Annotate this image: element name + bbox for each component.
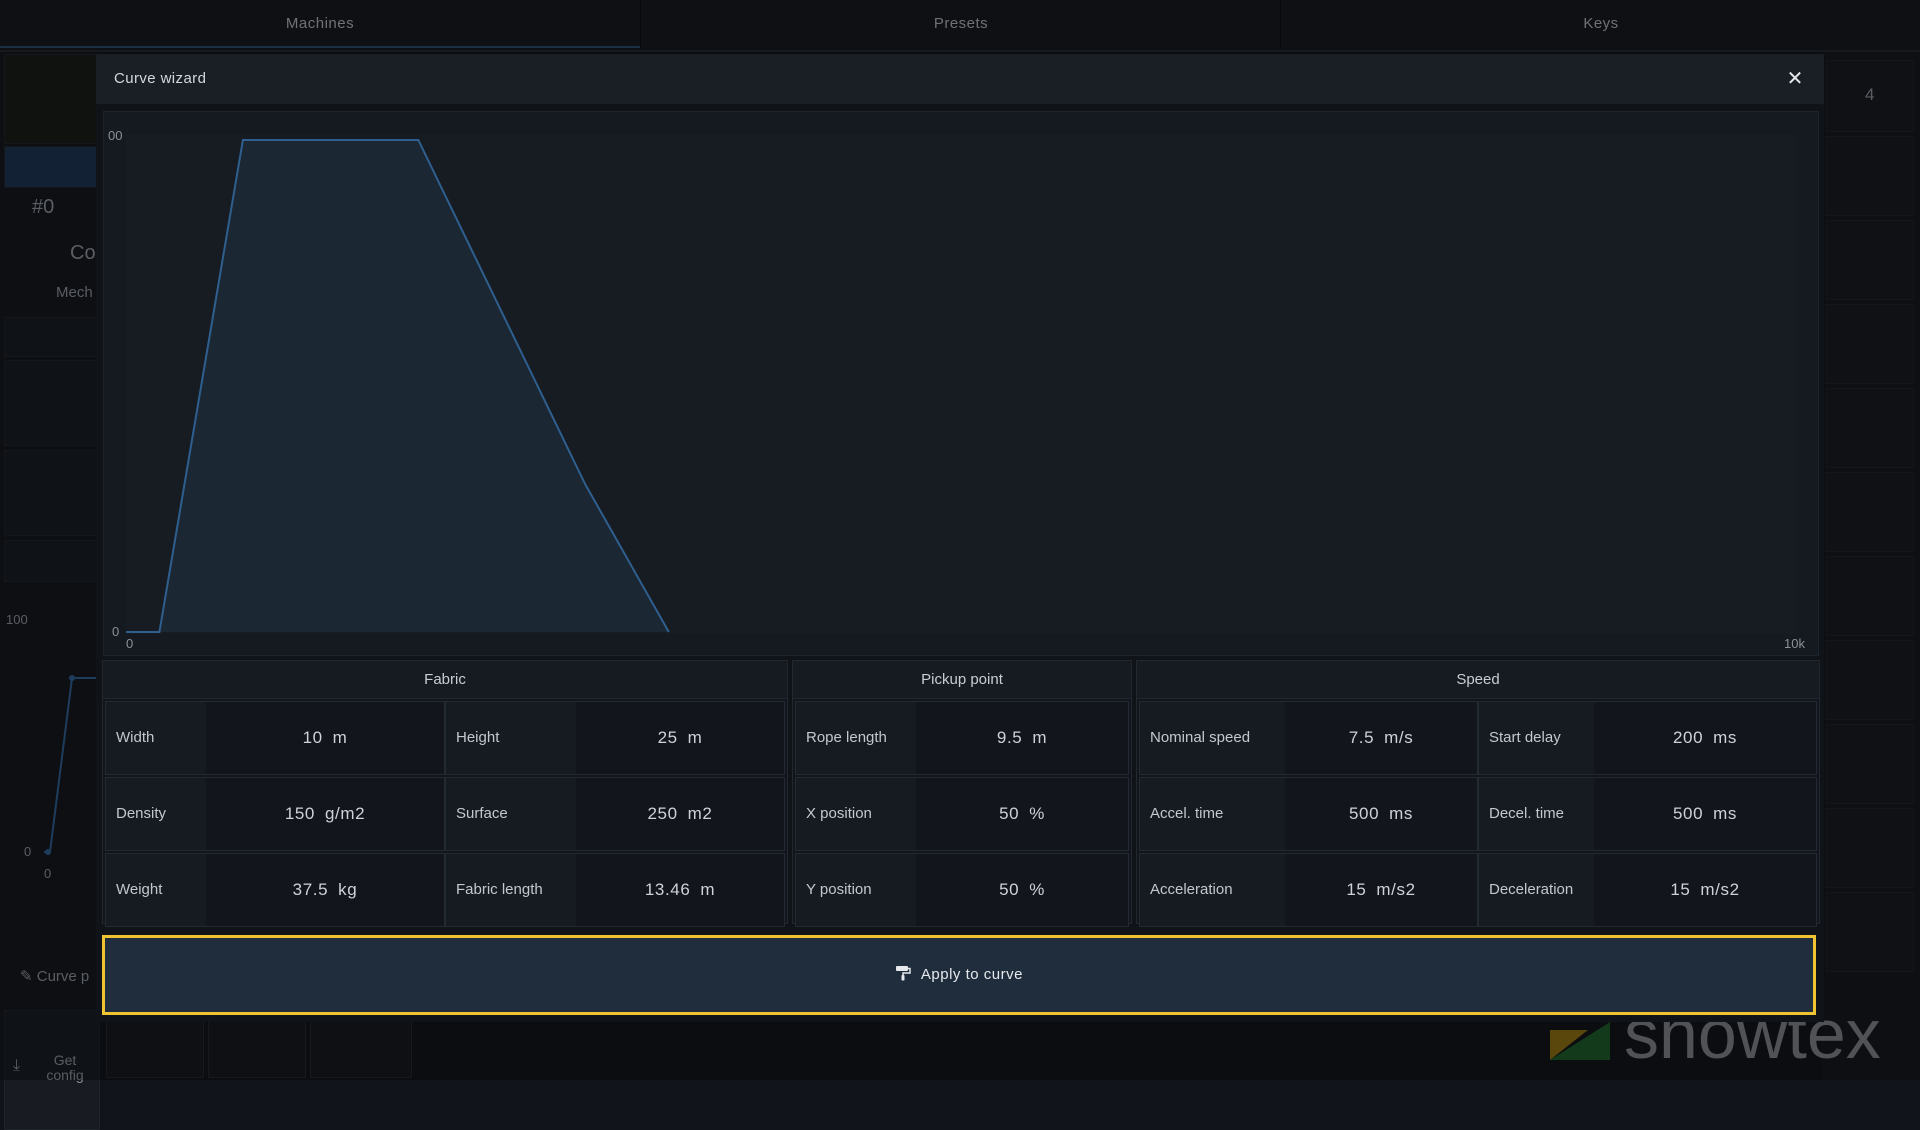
acceleration-value-field[interactable]: 15 m/s2 <box>1285 854 1477 926</box>
width-value-field[interactable]: 10 m <box>206 702 444 774</box>
nominal-speed-value-field[interactable]: 7.5 m/s <box>1285 702 1477 774</box>
acceleration-parameter[interactable]: Acceleration 15 m/s2 <box>1139 853 1478 927</box>
y-axis-top-label: 00 <box>108 128 123 143</box>
fabric-length-label: Fabric length <box>446 854 576 926</box>
decel-time-parameter[interactable]: Decel. time 500 ms <box>1478 777 1817 851</box>
width-unit: m <box>332 728 348 747</box>
x-axis-end-label: 10k <box>1784 636 1805 651</box>
deceleration-label: Deceleration <box>1479 854 1594 926</box>
acceleration-label: Acceleration <box>1140 854 1285 926</box>
surface-parameter[interactable]: Surface 250 m2 <box>445 777 785 851</box>
decel-time-label: Decel. time <box>1479 778 1594 850</box>
dialog-title: Curve wizard <box>114 70 207 87</box>
nominal-speed-parameter[interactable]: Nominal speed 7.5 m/s <box>1139 701 1478 775</box>
width-label: Width <box>106 702 206 774</box>
x-position-value: 50 <box>999 804 1020 823</box>
close-icon[interactable]: ✕ <box>1780 64 1810 94</box>
rope-length-value-field[interactable]: 9.5 m <box>916 702 1128 774</box>
deceleration-parameter[interactable]: Deceleration 15 m/s2 <box>1478 853 1817 927</box>
surface-label: Surface <box>446 778 576 850</box>
start-delay-value-field[interactable]: 200 ms <box>1594 702 1816 774</box>
accel-time-unit: ms <box>1389 804 1414 823</box>
speed-group: Speed Nominal speed 7.5 m/s Start delay 200 m… <box>1136 660 1820 927</box>
y-position-value-field[interactable]: 50% <box>916 854 1128 926</box>
fabric-length-unit: m <box>700 880 716 899</box>
apply-to-curve-button[interactable]: Apply to curve <box>102 935 1816 1015</box>
fabric-length-value: 13.46 <box>644 880 691 899</box>
fabric-length-parameter[interactable]: Fabric length 13.46 m <box>445 853 785 927</box>
start-delay-label: Start delay <box>1479 702 1594 774</box>
acceleration-unit: m/s2 <box>1376 880 1416 899</box>
rope-length-unit: m <box>1032 728 1048 747</box>
curve-chart: 00 0 0 10k <box>103 111 1819 656</box>
rope-length-parameter[interactable]: Rope length 9.5 m <box>795 701 1129 775</box>
y-position-unit: % <box>1029 880 1045 899</box>
decel-time-value-field[interactable]: 500 ms <box>1594 778 1816 850</box>
height-value: 25 <box>657 728 678 747</box>
nominal-speed-value: 7.5 <box>1348 728 1375 747</box>
apply-to-curve-label: Apply to curve <box>920 966 1023 983</box>
weight-value-field[interactable]: 37.5 kg <box>206 854 444 926</box>
height-unit: m <box>687 728 703 747</box>
acceleration-value: 15 <box>1346 880 1367 899</box>
height-value-field[interactable]: 25 m <box>576 702 784 774</box>
y-position-parameter[interactable]: Y position 50% <box>795 853 1129 927</box>
x-position-label: X position <box>796 778 916 850</box>
density-label: Density <box>106 778 206 850</box>
fabric-group: Fabric Width 10 m Height 25 m Density 150 g/m2 Su… <box>102 660 788 927</box>
decel-time-unit: ms <box>1713 804 1738 823</box>
deceleration-value: 15 <box>1670 880 1691 899</box>
nominal-speed-label: Nominal speed <box>1140 702 1285 774</box>
paint-roller-icon <box>896 966 911 981</box>
weight-value: 37.5 <box>292 880 329 899</box>
surface-value-field[interactable]: 250 m2 <box>576 778 784 850</box>
fabric-length-value-field[interactable]: 13.46 m <box>576 854 784 926</box>
chart-plot-area[interactable] <box>126 134 1796 634</box>
accel-time-label: Accel. time <box>1140 778 1285 850</box>
x-position-value-field[interactable]: 50% <box>916 778 1128 850</box>
nominal-speed-unit: m/s <box>1384 728 1414 747</box>
weight-label: Weight <box>106 854 206 926</box>
y-position-value: 50 <box>999 880 1020 899</box>
pickup-point-group: Pickup point Rope length 9.5 m X position 50… <box>792 660 1132 927</box>
rope-length-label: Rope length <box>796 702 916 774</box>
width-parameter[interactable]: Width 10 m <box>105 701 445 775</box>
deceleration-value-field[interactable]: 15 m/s2 <box>1594 854 1816 926</box>
weight-parameter[interactable]: Weight 37.5 kg <box>105 853 445 927</box>
density-value-field[interactable]: 150 g/m2 <box>206 778 444 850</box>
width-value: 10 <box>302 728 323 747</box>
deceleration-unit: m/s2 <box>1700 880 1740 899</box>
y-axis-zero-label: 0 <box>112 624 120 639</box>
rope-length-value: 9.5 <box>996 728 1023 747</box>
curve-svg <box>126 139 670 633</box>
accel-time-value: 500 <box>1348 804 1380 823</box>
curve-area <box>126 140 669 632</box>
start-delay-unit: ms <box>1713 728 1738 747</box>
start-delay-value: 200 <box>1672 728 1704 747</box>
pickup-group-title: Pickup point <box>793 661 1131 699</box>
surface-value: 250 <box>647 804 678 823</box>
start-delay-parameter[interactable]: Start delay 200 ms <box>1478 701 1817 775</box>
weight-unit: kg <box>338 880 358 899</box>
density-unit: g/m2 <box>324 804 366 823</box>
dialog-header: Curve wizard ✕ <box>96 54 1824 104</box>
decel-time-value: 500 <box>1672 804 1704 823</box>
x-position-parameter[interactable]: X position 50% <box>795 777 1129 851</box>
x-position-unit: % <box>1029 804 1045 823</box>
accel-time-value-field[interactable]: 500 ms <box>1285 778 1477 850</box>
curve-wizard-dialog: Curve wizard ✕ 00 0 0 10k Fabric Width 10… <box>96 54 1824 1022</box>
accel-time-parameter[interactable]: Accel. time 500 ms <box>1139 777 1478 851</box>
y-position-label: Y position <box>796 854 916 926</box>
height-parameter[interactable]: Height 25 m <box>445 701 785 775</box>
density-parameter[interactable]: Density 150 g/m2 <box>105 777 445 851</box>
height-label: Height <box>446 702 576 774</box>
surface-unit: m2 <box>687 804 713 823</box>
speed-group-title: Speed <box>1137 661 1819 699</box>
density-value: 150 <box>284 804 315 823</box>
fabric-group-title: Fabric <box>103 661 787 699</box>
x-axis-start-label: 0 <box>126 636 134 651</box>
